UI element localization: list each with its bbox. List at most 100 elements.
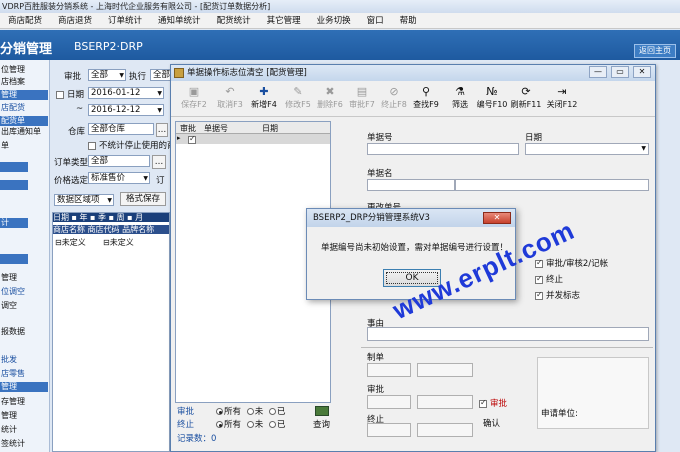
list-item[interactable]: ▸: [176, 134, 330, 144]
sidebar-item[interactable]: 调空: [0, 300, 48, 311]
menu-item[interactable]: 配货统计: [209, 13, 259, 28]
creator-date-field: [417, 363, 473, 377]
date-checkbox[interactable]: [56, 90, 64, 99]
sidebar-item[interactable]: 位管理: [0, 64, 48, 75]
sidebar-item[interactable]: 店配货: [0, 102, 48, 113]
radio-not[interactable]: [246, 408, 254, 415]
stop-label: 终止F8: [381, 100, 407, 109]
record-count: 记录数：0: [177, 432, 216, 444]
sidebar-item[interactable]: 位调空: [0, 286, 48, 297]
chevron-down-icon: ▼: [107, 197, 112, 204]
stop-checkbox[interactable]: [535, 274, 543, 284]
radio-done[interactable]: [268, 408, 276, 415]
menu-item[interactable]: 其它管理: [259, 13, 309, 28]
list-col-audit: 审批: [180, 124, 196, 133]
menu-item[interactable]: 业务切换: [309, 13, 359, 28]
sidebar-item[interactable]: 签统计: [0, 438, 48, 449]
radio-not[interactable]: [246, 421, 254, 428]
number-button[interactable]: № 编号F10: [473, 85, 511, 115]
audit-confirm-checkbox[interactable]: [479, 398, 487, 408]
date-label: 日期: [67, 90, 85, 100]
return-home-button[interactable]: 返回主页: [634, 44, 676, 58]
exec-label: 执行: [129, 72, 147, 82]
exclude-stopped-check[interactable]: 不统计停止使用的商: [88, 139, 176, 151]
sidebar-section[interactable]: [0, 180, 28, 190]
menu-item[interactable]: 商店配货: [0, 13, 50, 28]
date-from-field[interactable]: 2016-01-12 ▼: [88, 87, 164, 99]
close-icon[interactable]: ✕: [633, 66, 651, 78]
checkbox[interactable]: [88, 141, 96, 150]
find-label: 查找F9: [413, 100, 439, 109]
radio-all[interactable]: [216, 408, 223, 415]
radio-label: 所有: [224, 420, 242, 430]
audit-select[interactable]: 全部 ▼: [88, 69, 126, 81]
menu-item[interactable]: 商店退货: [50, 13, 100, 28]
sidebar-section[interactable]: [0, 254, 28, 264]
sidebar-item[interactable]: 店零售: [0, 368, 48, 379]
menu-item[interactable]: 帮助: [392, 13, 425, 28]
sidebar-section[interactable]: [0, 162, 28, 172]
query-icon[interactable]: [315, 406, 329, 416]
docno-field[interactable]: [367, 143, 519, 155]
grid-cell-text: 未定义: [61, 238, 86, 247]
menu-item[interactable]: 订单统计: [100, 13, 150, 28]
ordertype-field[interactable]: 全部: [88, 155, 150, 167]
menu-item[interactable]: 窗口: [359, 13, 392, 28]
dialog-close-icon[interactable]: ✕: [483, 212, 511, 224]
find-button[interactable]: ⚲ 查找F9: [407, 85, 445, 115]
sidebar-section[interactable]: 计: [0, 218, 28, 228]
sent-checkbox[interactable]: [535, 290, 543, 300]
sidebar-item[interactable]: 存管理: [0, 396, 48, 407]
datasource-value: 数据区域项: [57, 195, 100, 205]
sidebar-item[interactable]: 批发: [0, 354, 48, 365]
save-button[interactable]: ▣ 保存F2: [175, 85, 213, 115]
list-col-docno: 单据号: [204, 124, 228, 133]
chk-sent[interactable]: 并发标志: [535, 289, 580, 301]
warehouse-field[interactable]: 全部仓库: [88, 123, 154, 135]
menu-item[interactable]: 通知单统计: [150, 13, 209, 28]
maximize-icon[interactable]: ▭: [611, 66, 629, 78]
ordertype-browse-button[interactable]: …: [152, 155, 166, 169]
radio-done[interactable]: [268, 421, 276, 428]
audit-check[interactable]: 审批: [479, 397, 507, 409]
sidebar-item[interactable]: 店档案: [0, 76, 48, 87]
sidebar-item[interactable]: 统计: [0, 424, 48, 435]
sidebar-item[interactable]: 单: [0, 140, 48, 151]
warehouse-browse-button[interactable]: …: [156, 123, 168, 137]
warehouse-label: 仓库: [68, 127, 86, 137]
refresh-button[interactable]: ⟳ 刷新F11: [507, 85, 545, 115]
format-save-button[interactable]: 格式保存: [120, 192, 166, 206]
sidebar-item[interactable]: 管理: [0, 410, 48, 421]
docname-code-field[interactable]: [367, 179, 455, 191]
cancel-button[interactable]: ↶ 取消F3: [211, 85, 249, 115]
radio-all[interactable]: [216, 421, 223, 428]
save-label: 保存F2: [181, 100, 207, 109]
date-filter[interactable]: 日期: [56, 88, 84, 100]
minimize-icon[interactable]: —: [589, 66, 607, 78]
sidebar-item[interactable]: 管理: [0, 90, 48, 100]
new-button[interactable]: ✚ 新增F4: [245, 85, 283, 115]
sidebar-item[interactable]: 管理: [0, 382, 48, 392]
price-select[interactable]: 标准售价 ▼: [88, 172, 150, 184]
delete-label: 删除F6: [317, 100, 343, 109]
auditor-date-field: [417, 395, 473, 409]
datasource-select[interactable]: 数据区域项 ▼: [54, 194, 114, 206]
menu-bar: 商店配货 商店退货 订单统计 通知单统计 配货统计 其它管理 业务切换 窗口 帮…: [0, 13, 680, 29]
query-label[interactable]: 查询: [313, 418, 330, 430]
sidebar-item[interactable]: 出库通知单: [0, 126, 48, 137]
chk-stop[interactable]: 终止: [535, 273, 563, 285]
sidebar-item[interactable]: 配货单: [0, 116, 48, 126]
pivot-grid[interactable]: 日期 ▪ 年 ▪ 季 ▪ 周 ▪ 月 商店名称 商店代码 品牌名称 ⊟未定义 ⊟…: [52, 212, 170, 452]
sidebar-item[interactable]: 管理: [0, 272, 48, 283]
exec-select[interactable]: 全部: [150, 69, 172, 81]
audit-check-label: 审批: [490, 399, 508, 409]
date-field[interactable]: ▼: [525, 143, 649, 155]
price-suffix: 订: [156, 176, 165, 186]
sidebar-item[interactable]: 报数据: [0, 326, 48, 337]
close-button[interactable]: ⇥ 关闭F12: [543, 85, 581, 115]
sidebar: 位管理 店档案 管理 店配货 配货单 出库通知单 单 计 管理 位调空 调空 报…: [0, 60, 50, 452]
row-audit-checkbox[interactable]: [188, 134, 196, 144]
docno-label: 单据号: [367, 133, 393, 143]
date-to-field[interactable]: 2016-12-12 ▼: [88, 104, 164, 116]
ordertype-value: 全部: [91, 156, 109, 166]
